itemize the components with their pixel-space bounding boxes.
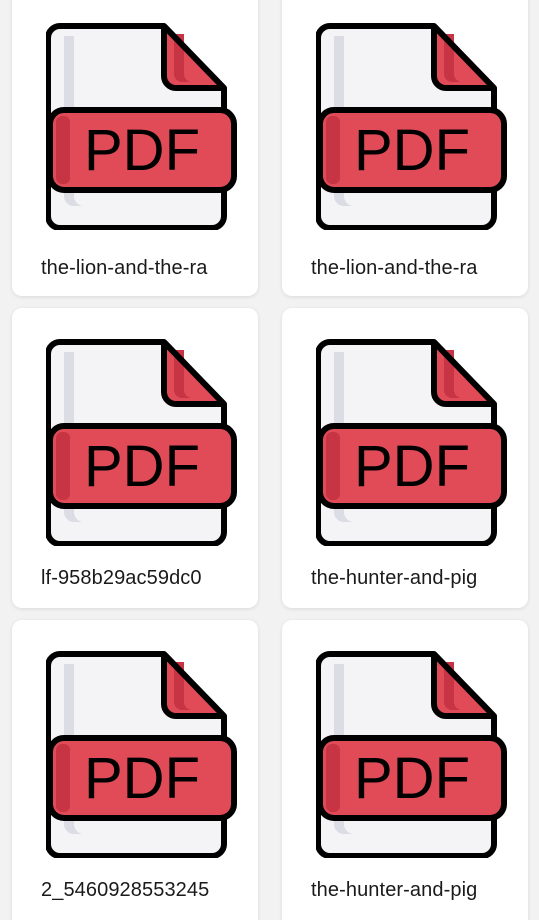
- file-name: lf-958b29ac59dc0: [41, 567, 202, 589]
- file-name: the-hunter-and-pig: [311, 879, 478, 901]
- file-name: 2_5460928553245: [41, 879, 210, 901]
- pdf-badge-text: PDF: [354, 746, 470, 811]
- pdf-badge-text: PDF: [84, 434, 200, 499]
- pdf-file-icon: PDF: [46, 23, 237, 230]
- pdf-file-icon: PDF: [316, 651, 507, 858]
- file-name: the-lion-and-the-ra: [41, 257, 208, 279]
- pdf-file-icon: PDF: [46, 339, 237, 546]
- pdf-badge-text: PDF: [354, 118, 470, 183]
- file-card[interactable]: PDF the-lion-and-the-ra: [282, 0, 528, 296]
- file-card[interactable]: PDF lf-958b29ac59dc0: [12, 308, 258, 608]
- file-card[interactable]: PDF the-hunter-and-pig: [282, 308, 528, 608]
- file-name: the-hunter-and-pig: [311, 567, 478, 589]
- pdf-badge-text: PDF: [84, 746, 200, 811]
- pdf-file-icon: PDF: [316, 23, 507, 230]
- file-card[interactable]: PDF 2_5460928553245: [12, 620, 258, 920]
- file-card[interactable]: PDF the-lion-and-the-ra: [12, 0, 258, 296]
- pdf-badge-text: PDF: [84, 118, 200, 183]
- pdf-file-icon: PDF: [316, 339, 507, 546]
- file-name: the-lion-and-the-ra: [311, 257, 478, 279]
- file-grid: PDF the-lion-and-the-ra PDF the-lion-and…: [0, 0, 539, 920]
- pdf-badge-text: PDF: [354, 434, 470, 499]
- file-card[interactable]: PDF the-hunter-and-pig: [282, 620, 528, 920]
- pdf-file-icon: PDF: [46, 651, 237, 858]
